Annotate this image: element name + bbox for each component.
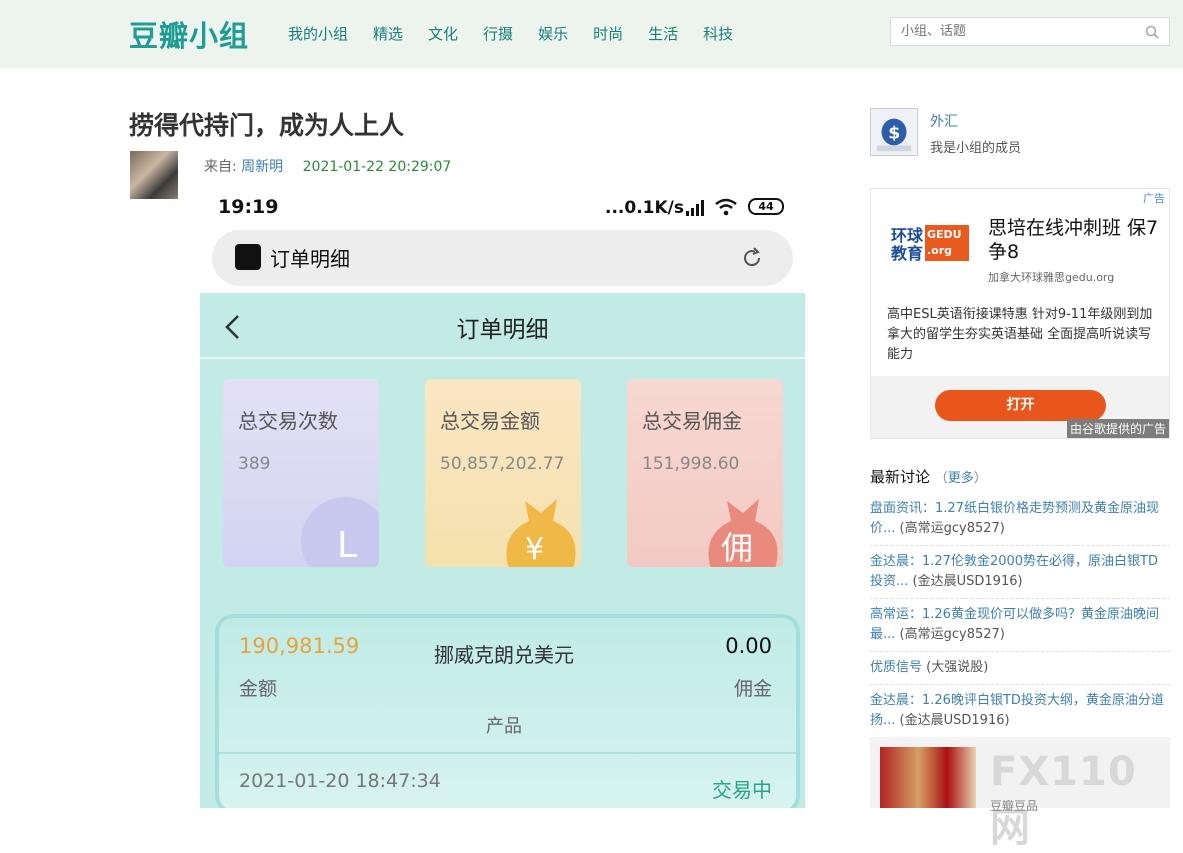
app-logo-icon [235, 244, 261, 270]
discussion-item[interactable]: 优质信号 (大强说股) [870, 656, 1170, 685]
order-card: 190,981.59 金额 挪威克朗兑美元 产品 0.00 佣金 2021-01… [215, 614, 800, 808]
ad-body[interactable]: 高中ESL英语衔接课特惠 针对9-11年级刚到加拿大的留学生夯实英语基础 全面提… [887, 305, 1159, 365]
refresh-icon [744, 247, 761, 267]
discussion-author: (高常运gcy8527) [899, 627, 1005, 642]
order-product: 挪威克朗兑美元 [434, 643, 574, 667]
search-box [890, 17, 1170, 46]
app-page-title: 订单明细 [456, 317, 549, 343]
ad-headline[interactable]: 思培在线冲刺班 保7争8 [988, 216, 1166, 264]
order-status: 交易中 [712, 778, 772, 802]
discussion-item[interactable]: 高常运：1.26黄金现价可以做多吗？黄金原油晚间最... (高常运gcy8527… [870, 603, 1170, 652]
app-header: 订单明细 [200, 293, 805, 359]
latest-discussions-header: 最新讨论 （更多） [870, 466, 1170, 487]
signal-icon [686, 200, 704, 216]
top-bar: 豆瓣小组 我的小组 精选 文化 行摄 娱乐 时尚 生活 科技 [0, 0, 1183, 68]
order-amount-label: 金额 [239, 678, 278, 700]
nav-my-groups[interactable]: 我的小组 [288, 23, 348, 44]
google-ad-label[interactable]: 由谷歌提供的广告 [1066, 419, 1169, 438]
latest-discussions-title: 最新讨论 [870, 468, 931, 486]
total-trades-card: 总交易次数 389 L [223, 379, 379, 567]
order-divider [219, 752, 796, 754]
more-link[interactable]: 更多 [948, 471, 974, 486]
svg-text:L: L [337, 525, 357, 566]
svg-text:¥: ¥ [525, 532, 544, 567]
nav-culture[interactable]: 文化 [428, 23, 458, 44]
ad-footer: 打开 由谷歌提供的广告 [871, 376, 1169, 438]
discussion-author: (高常运gcy8527) [899, 521, 1005, 536]
ad-tag[interactable]: 广告 [1143, 190, 1165, 206]
order-datetime: 2021-01-20 18:47:34 [239, 770, 441, 792]
wifi-icon [715, 198, 737, 216]
nav-entertainment[interactable]: 娱乐 [538, 23, 568, 44]
douban-group-logo[interactable]: 豆瓣小组 [129, 13, 249, 55]
card-label: 总交易金额 [440, 409, 540, 433]
card-value: 50,857,202.77 [440, 454, 565, 474]
post-time: 2021-01-22 20:29:07 [302, 159, 452, 175]
discussion-author: (金达晨USD1916) [912, 574, 1023, 589]
discussion-title[interactable]: 优质信号 [870, 660, 922, 675]
svg-text:$: $ [888, 124, 900, 144]
commission-bag-icon: 佣 [708, 499, 778, 567]
order-fee-label: 佣金 [733, 678, 772, 700]
battery-icon: 44 [748, 198, 784, 215]
douban-goods-promo[interactable]: FX110网 豆瓣豆品 [870, 737, 1170, 851]
money-bag-icon: ¥ [506, 499, 576, 567]
main-nav: 我的小组 精选 文化 行摄 娱乐 时尚 生活 科技 [288, 23, 758, 44]
nav-featured[interactable]: 精选 [373, 23, 403, 44]
card-label: 总交易次数 [238, 409, 338, 433]
google-ad: 广告 环球 教育 GEDU .org 思培在线冲刺班 保7争8 加拿大环球雅思g… [870, 188, 1170, 439]
ad-source[interactable]: 加拿大环球雅思gedu.org [988, 269, 1114, 285]
promo-image[interactable] [880, 747, 976, 808]
ad-open-button[interactable]: 打开 [935, 390, 1106, 421]
total-commission-card: 总交易佣金 151,998.60 佣 [627, 379, 783, 567]
gedu-logo-text-2: 教育 [891, 244, 924, 263]
post-image-phone-screenshot: 19:19 ...0.1K/s 44 订单明细 订单明细 总交易次数 389 L… [200, 190, 805, 808]
post-meta: 来自: 周新明 2021-01-22 20:29:07 [204, 156, 451, 176]
discussion-item[interactable]: 金达晨：1.26晚评白银TD投资大纲，黄金原油分道扬... (金达晨USD191… [870, 689, 1170, 738]
phone-status-bar: 19:19 ...0.1K/s 44 [200, 190, 805, 226]
money-bag-group-icon[interactable]: $ [870, 108, 918, 156]
nav-tech[interactable]: 科技 [703, 23, 733, 44]
svg-text:佣: 佣 [721, 529, 753, 567]
search-icon[interactable] [1145, 25, 1159, 39]
promo-label: 豆瓣豆品 [990, 799, 1039, 813]
author-link[interactable]: 周新明 [241, 159, 283, 175]
from-label: 来自: [204, 159, 237, 175]
gedu-logo-text-1: 环球 [891, 226, 924, 245]
order-amount: 190,981.59 [239, 634, 360, 658]
browser-address-bar: 订单明细 [212, 230, 793, 286]
author-avatar[interactable] [130, 151, 178, 199]
more-paren-close: ） [973, 471, 987, 486]
group-member-status: 我是小组的成员 [930, 141, 1022, 156]
letter-l-icon: L [301, 497, 379, 567]
total-amount-card: 总交易金额 50,857,202.77 ¥ [425, 379, 581, 567]
card-label: 总交易佣金 [642, 409, 742, 433]
phone-clock: 19:19 [218, 196, 279, 218]
discussion-item[interactable]: 金达晨：1.27伦敦金2000势在必得，原油白银TD投资... (金达晨USD1… [870, 550, 1170, 599]
nav-life[interactable]: 生活 [648, 23, 678, 44]
card-value: 151,998.60 [642, 454, 740, 474]
browser-tab-title: 订单明细 [270, 247, 350, 271]
discussion-item[interactable]: 盘面资讯：1.27纸白银价格走势预测及黄金原油现价... (高常运gcy8527… [870, 497, 1170, 546]
network-speed: ...0.1K/s [605, 198, 684, 218]
search-input[interactable] [891, 18, 1131, 45]
latest-discussions: 最新讨论 （更多） 盘面资讯：1.27纸白银价格走势预测及黄金原油现价... (… [870, 466, 1170, 742]
discussion-author: (金达晨USD1916) [899, 713, 1010, 728]
order-product-label: 产品 [486, 716, 522, 737]
group-name-link[interactable]: 外汇 [930, 111, 958, 131]
discussion-author: (大强说股) [926, 660, 989, 675]
nav-travel[interactable]: 行摄 [483, 23, 513, 44]
card-value: 389 [238, 454, 271, 474]
nav-fashion[interactable]: 时尚 [593, 23, 623, 44]
more-paren-open: （ [934, 471, 948, 486]
gedu-logo-badge: GEDU .org [925, 225, 969, 261]
order-detail-app: 订单明细 总交易次数 389 L 总交易金额 50,857,202.77 ¥ 总… [200, 293, 805, 808]
post-title: 捞得代持门，成为人上人 [129, 111, 405, 140]
order-fee: 0.00 [725, 634, 772, 658]
gedu-logo[interactable]: 环球 教育 GEDU .org [891, 223, 969, 271]
